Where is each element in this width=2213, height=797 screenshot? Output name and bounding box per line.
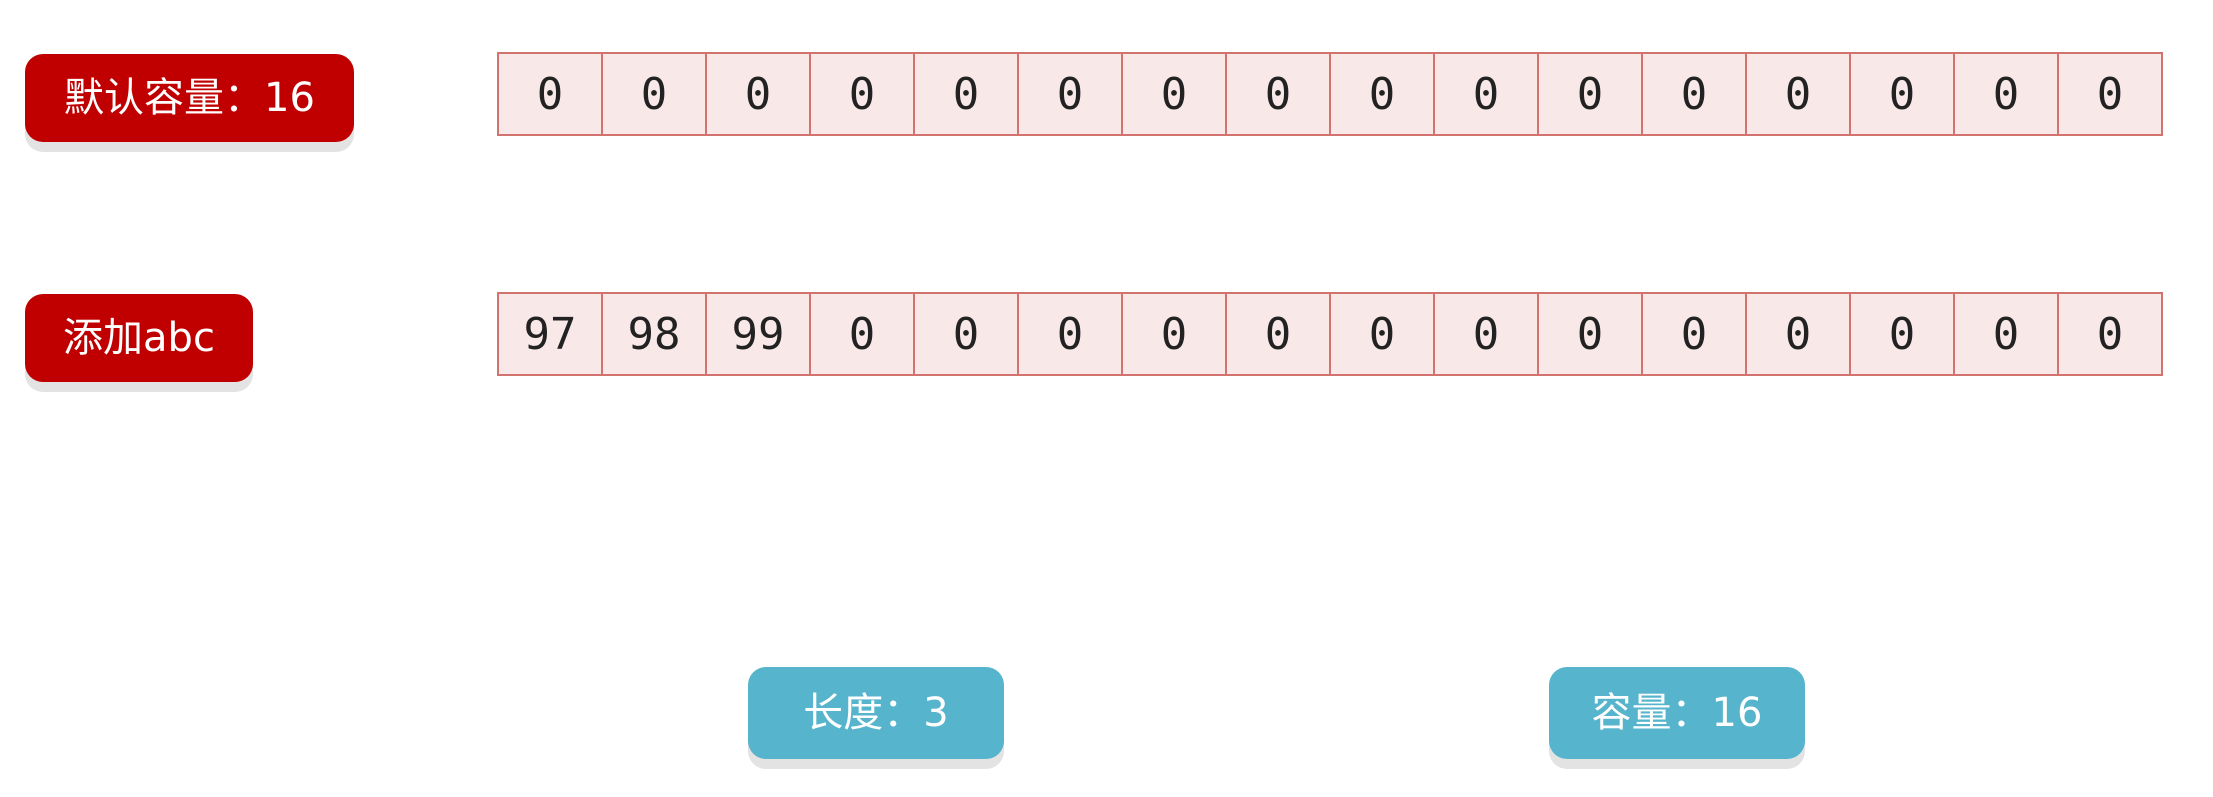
- default-capacity-label: 默认容量：16: [25, 54, 354, 142]
- array-cell: 0: [2057, 292, 2163, 376]
- array-cell: 0: [1433, 292, 1539, 376]
- array-cell: 0: [497, 52, 603, 136]
- array-cell: 0: [1017, 52, 1123, 136]
- array-cell: 0: [1329, 52, 1435, 136]
- array-cell: 0: [1225, 292, 1331, 376]
- array-cell: 99: [705, 292, 811, 376]
- array-cell: 0: [913, 292, 1019, 376]
- array-cell: 0: [1849, 52, 1955, 136]
- array-cell: 98: [601, 292, 707, 376]
- array-cell: 0: [1537, 52, 1643, 136]
- array-cell: 0: [1849, 292, 1955, 376]
- array-cell: 0: [1121, 292, 1227, 376]
- add-abc-label: 添加abc: [25, 294, 253, 382]
- array-cell: 0: [913, 52, 1019, 136]
- array-cell: 0: [1641, 292, 1747, 376]
- array-cell: 0: [1745, 292, 1851, 376]
- array-cell: 0: [1017, 292, 1123, 376]
- capacity-label: 容量：16: [1549, 667, 1805, 759]
- array-cell: 0: [1225, 52, 1331, 136]
- array-cell: 0: [1953, 52, 2059, 136]
- array-cell: 0: [809, 52, 915, 136]
- array-cell: 0: [1121, 52, 1227, 136]
- added-array: 97 98 99 0 0 0 0 0 0 0 0 0 0 0 0 0: [497, 292, 2163, 376]
- array-cell: 0: [2057, 52, 2163, 136]
- array-cell: 0: [1641, 52, 1747, 136]
- array-cell: 0: [601, 52, 707, 136]
- array-cell: 0: [1433, 52, 1539, 136]
- array-cell: 97: [497, 292, 603, 376]
- length-label: 长度：3: [748, 667, 1004, 759]
- array-cell: 0: [1745, 52, 1851, 136]
- array-cell: 0: [1537, 292, 1643, 376]
- array-cell: 0: [1329, 292, 1435, 376]
- array-cell: 0: [809, 292, 915, 376]
- default-array: 0 0 0 0 0 0 0 0 0 0 0 0 0 0 0 0: [497, 52, 2163, 136]
- array-cell: 0: [1953, 292, 2059, 376]
- array-cell: 0: [705, 52, 811, 136]
